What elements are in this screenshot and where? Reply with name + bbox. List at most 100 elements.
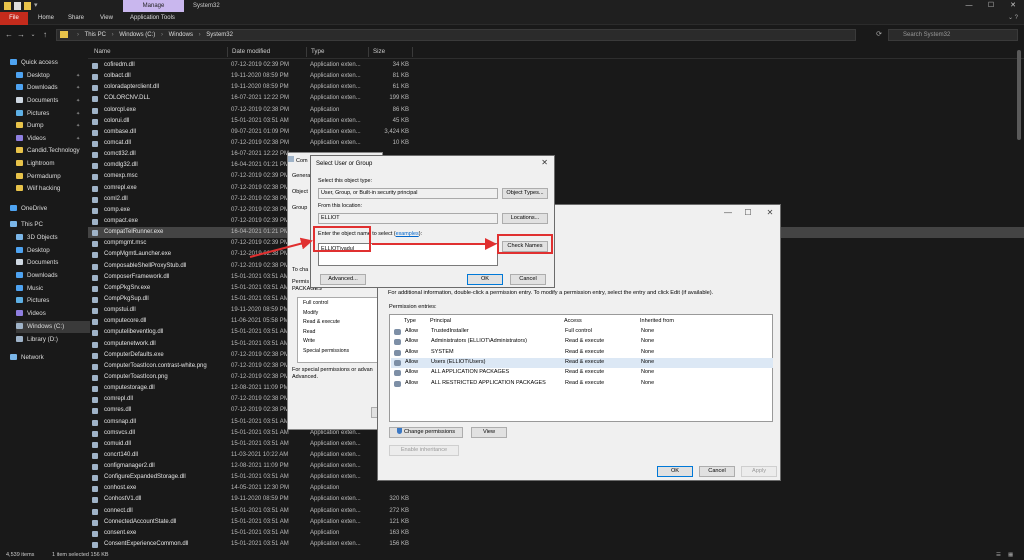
enable-inheritance-button[interactable]: Enable inheritance bbox=[389, 445, 459, 456]
change-permissions-button[interactable]: Change permissions bbox=[389, 427, 463, 438]
recent-locations-chevron-icon[interactable]: ⌄ bbox=[28, 29, 38, 41]
breadcrumb-this-pc[interactable]: This PC bbox=[85, 32, 106, 38]
minimize-button[interactable]: — bbox=[958, 0, 980, 12]
tab-file[interactable]: File bbox=[0, 12, 28, 25]
close-button[interactable]: ✕ bbox=[1002, 0, 1024, 12]
up-arrow-icon[interactable]: ↑ bbox=[40, 29, 50, 41]
file-row[interactable]: comctl32.dll 16-07-2021 12:22 PM bbox=[88, 149, 1024, 160]
refresh-icon[interactable]: ⟳ bbox=[872, 29, 886, 41]
sidebar-item[interactable]: Videos bbox=[16, 308, 46, 320]
file-row[interactable]: colorui.dll 15-01-2021 03:51 AM Applicatio… bbox=[88, 116, 1024, 127]
new-folder-icon[interactable] bbox=[24, 2, 31, 10]
advanced-button[interactable]: Advanced... bbox=[320, 274, 366, 285]
file-row[interactable]: comcat.dll 07-12-2019 02:38 PM Application… bbox=[88, 138, 1024, 149]
permission-entry-row[interactable]: Allow TrustedInstaller Full control None bbox=[391, 327, 773, 337]
file-row[interactable]: comrepl.exe 07-12-2019 02:38 PM bbox=[88, 183, 1024, 194]
permission-entry-row[interactable]: Allow ALL APPLICATION PACKAGES Read & exec… bbox=[391, 368, 773, 378]
ribbon-expand-help[interactable]: ⌄ ? bbox=[1008, 14, 1018, 21]
sidebar-item[interactable]: Pictures bbox=[16, 295, 49, 307]
view-button[interactable]: View bbox=[471, 427, 507, 438]
sidebar-item[interactable]: Wiif hacking bbox=[16, 183, 60, 195]
forward-arrow-icon[interactable]: → bbox=[16, 29, 26, 41]
file-row[interactable]: connect.dll 15-01-2021 03:51 AM Applicatio… bbox=[88, 506, 1024, 517]
dialog-ok-button[interactable]: OK bbox=[467, 274, 503, 285]
sidebar-item[interactable]: OneDrive bbox=[10, 203, 47, 215]
adv-apply-button[interactable]: Apply bbox=[741, 466, 777, 477]
tab-home[interactable]: Home bbox=[38, 12, 54, 25]
manage-tab[interactable]: Manage bbox=[123, 0, 184, 12]
vertical-scrollbar[interactable] bbox=[1017, 50, 1021, 140]
file-row[interactable]: comdlg32.dll 16-04-2021 01:21 PM bbox=[88, 160, 1024, 171]
properties-icon[interactable] bbox=[14, 2, 21, 10]
permission-entry-row[interactable]: Allow Users (ELLIOT\Users) Read & execute N… bbox=[391, 357, 773, 368]
breadcrumb[interactable]: › This PC › Windows (C:) › Windows › Sys… bbox=[56, 29, 856, 41]
column-header-type[interactable]: Type bbox=[311, 45, 324, 59]
column-header-date-modified[interactable]: Date modified bbox=[232, 45, 270, 59]
sidebar-item[interactable]: Documents bbox=[16, 257, 58, 269]
permission-entry-row[interactable]: Allow SYSTEM Read & execute None bbox=[391, 348, 773, 358]
file-row[interactable]: COLORCNV.DLL 16-07-2021 12:22 PM Applicati… bbox=[88, 93, 1024, 104]
permission-entry-row[interactable]: Allow ALL RESTRICTED APPLICATION PACKAGES… bbox=[391, 379, 773, 389]
sidebar-item[interactable]: Downloads bbox=[16, 270, 58, 282]
sidebar-item[interactable]: Windows (C:) bbox=[16, 321, 90, 333]
file-row[interactable]: coloradapterclient.dll 19-11-2020 08:59 P… bbox=[88, 82, 1024, 93]
sidebar-item[interactable]: Library (D:) bbox=[16, 334, 58, 346]
examples-link[interactable]: examples bbox=[396, 231, 419, 237]
file-row[interactable]: comexp.msc 07-12-2019 02:39 PM bbox=[88, 171, 1024, 182]
sidebar-item[interactable]: This PC bbox=[10, 219, 43, 231]
file-row[interactable]: conhost.exe 14-05-2021 12:30 PM Applicatio… bbox=[88, 483, 1024, 494]
perm-header-principal[interactable]: Principal bbox=[430, 318, 451, 324]
sidebar-item[interactable]: Videos bbox=[16, 133, 46, 145]
perm-header-access[interactable]: Access bbox=[564, 318, 582, 324]
adv-ok-button[interactable]: OK bbox=[657, 466, 693, 477]
perm-header-inherited-from[interactable]: Inherited from bbox=[640, 318, 674, 324]
sidebar-item[interactable]: Dump bbox=[16, 120, 44, 132]
breadcrumb-windows-c[interactable]: Windows (C:) bbox=[119, 32, 155, 38]
sidebar-item[interactable]: Lightroom bbox=[16, 158, 55, 170]
maximize-button[interactable]: ☐ bbox=[980, 0, 1002, 12]
column-header-name[interactable]: Name bbox=[94, 45, 111, 59]
file-row[interactable]: ConsentExperienceCommon.dll 15-01-2021 03… bbox=[88, 539, 1024, 550]
file-row[interactable]: ConhostV1.dll 19-11-2020 08:59 PM Applicat… bbox=[88, 494, 1024, 505]
file-row[interactable]: colbact.dll 19-11-2020 08:59 PM Applicatio… bbox=[88, 71, 1024, 82]
sidebar-item-label: Dump bbox=[27, 122, 44, 129]
permission-entry-row[interactable]: Allow Administrators (ELLIOT\Administrato… bbox=[391, 337, 773, 347]
adv-close-button[interactable]: ✕ bbox=[764, 208, 776, 217]
perm-header-type[interactable]: Type bbox=[404, 318, 416, 324]
back-arrow-icon[interactable]: ← bbox=[4, 29, 14, 41]
tab-share[interactable]: Share bbox=[68, 12, 84, 25]
large-icons-view-icon[interactable]: ▦ bbox=[1008, 550, 1013, 560]
search-input[interactable]: Search System32 bbox=[888, 29, 1018, 41]
adv-cancel-button[interactable]: Cancel bbox=[699, 466, 735, 477]
file-row[interactable]: ConnectedAccountState.dll 15-01-2021 03:5… bbox=[88, 517, 1024, 528]
sidebar-item[interactable]: Candid.Technology bbox=[16, 145, 80, 157]
file-row[interactable]: colorcpl.exe 07-12-2019 02:38 PM Applicati… bbox=[88, 105, 1024, 116]
column-header-size[interactable]: Size bbox=[373, 45, 385, 59]
sidebar-item[interactable]: Music bbox=[16, 283, 43, 295]
adv-minimize-button[interactable]: — bbox=[722, 208, 734, 217]
sidebar-item[interactable]: Network bbox=[10, 352, 44, 364]
sidebar-item[interactable]: Desktop bbox=[16, 70, 50, 82]
details-view-icon[interactable]: ☰ bbox=[996, 550, 1001, 560]
tab-view[interactable]: View bbox=[100, 12, 113, 25]
tab-application-tools[interactable]: Application Tools bbox=[130, 12, 175, 25]
breadcrumb-system32[interactable]: System32 bbox=[206, 32, 233, 38]
sidebar-item[interactable]: Documents bbox=[16, 95, 58, 107]
file-row[interactable]: combase.dll 09-07-2021 01:09 PM Applicatio… bbox=[88, 127, 1024, 138]
breadcrumb-windows[interactable]: Windows bbox=[169, 32, 193, 38]
dialog-close-icon[interactable]: ✕ bbox=[541, 158, 548, 167]
dialog-cancel-button[interactable]: Cancel bbox=[510, 274, 546, 285]
permission-entries-table[interactable]: Type Principal Access Inherited from All… bbox=[389, 314, 773, 422]
sidebar-item[interactable]: Downloads bbox=[16, 82, 58, 94]
locations-button[interactable]: Locations... bbox=[502, 213, 548, 224]
sidebar-item[interactable]: Desktop bbox=[16, 245, 50, 257]
object-types-button[interactable]: Object Types... bbox=[502, 188, 548, 199]
quick-access-toolbar-dropdown-icon[interactable]: ▾ bbox=[34, 1, 38, 9]
sidebar-item[interactable]: Permadump bbox=[16, 171, 61, 183]
file-row[interactable]: cofiredm.dll 07-12-2019 02:39 PM Applicati… bbox=[88, 60, 1024, 71]
sidebar-item[interactable]: Pictures bbox=[16, 108, 49, 120]
file-row[interactable]: consent.exe 15-01-2021 03:51 AM Applicatio… bbox=[88, 528, 1024, 539]
sidebar-item[interactable]: Quick access bbox=[10, 57, 58, 69]
sidebar-item[interactable]: 3D Objects bbox=[16, 232, 58, 244]
adv-maximize-button[interactable]: ☐ bbox=[742, 208, 754, 217]
